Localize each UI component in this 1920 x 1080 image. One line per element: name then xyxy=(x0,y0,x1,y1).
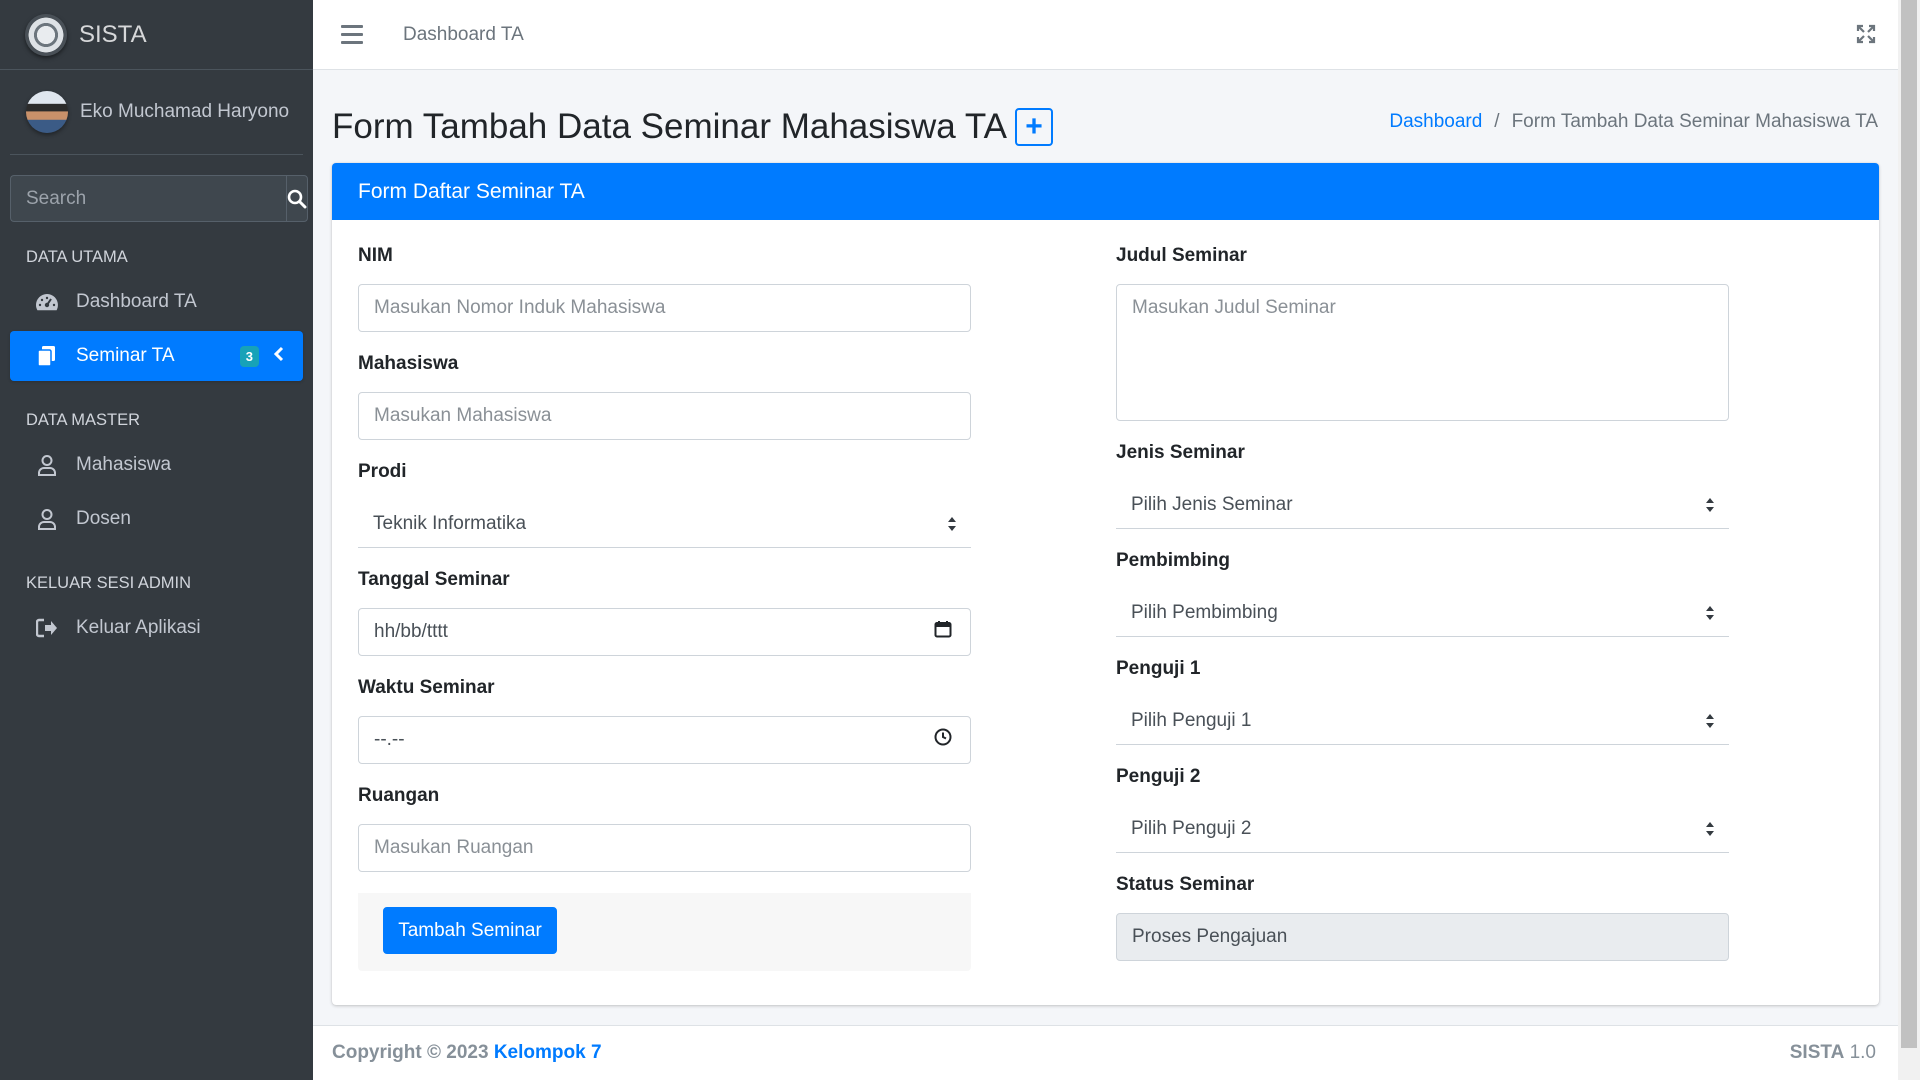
sidebar-item-keluar-aplikasi[interactable]: Keluar Aplikasi xyxy=(10,603,303,653)
jenis-select-value: Pilih Jenis Seminar xyxy=(1131,493,1293,515)
form-card: Form Daftar Seminar TA NIM Masukan Nomor… xyxy=(332,163,1879,1005)
pembimbing-label: Pembimbing xyxy=(1116,550,1231,571)
sidebar: SISTA Eko Muchamad Haryono DATA UTAMA Da… xyxy=(0,0,313,1080)
sidebar-item-label: Keluar Aplikasi xyxy=(76,617,201,638)
page-title-text: Form Tambah Data Seminar Mahasiswa TA xyxy=(332,106,1007,146)
nav-header-keluar-sesi: KELUAR SESI ADMIN xyxy=(26,574,192,592)
tambah-seminar-button[interactable]: Tambah Seminar xyxy=(383,907,557,954)
nim-label: NIM xyxy=(358,245,393,266)
content-wrapper: Form Tambah Data Seminar Mahasiswa TA + … xyxy=(313,70,1898,1005)
select-caret-icon xyxy=(1705,605,1715,621)
search-icon xyxy=(287,189,307,208)
nav-header-data-utama: DATA UTAMA xyxy=(26,248,128,266)
mahasiswa-label: Mahasiswa xyxy=(358,353,459,374)
user-icon xyxy=(34,452,60,478)
mahasiswa-field[interactable]: Masukan Mahasiswa xyxy=(358,392,971,440)
breadcrumb: Dashboard / Form Tambah Data Seminar Mah… xyxy=(1389,111,1878,133)
form-column-right: Judul Seminar Masukan Judul Seminar Jeni… xyxy=(1116,245,1729,982)
jenis-label: Jenis Seminar xyxy=(1116,442,1245,463)
sidebar-item-label: Mahasiswa xyxy=(76,454,172,475)
breadcrumb-separator: / xyxy=(1494,110,1500,132)
page-scrollbar[interactable] xyxy=(1898,0,1920,1080)
top-navbar: Dashboard TA xyxy=(313,0,1898,70)
sidebar-item-dashboard-ta[interactable]: Dashboard TA xyxy=(10,277,303,327)
sidebar-item-dosen[interactable]: Dosen xyxy=(10,494,303,544)
card-title: Form Daftar Seminar TA xyxy=(332,163,1879,220)
pembimbing-select[interactable]: Pilih Pembimbing xyxy=(1116,589,1729,637)
fullscreen-icon[interactable] xyxy=(1856,24,1876,50)
tanggal-date-input[interactable]: hh/bb/tttt xyxy=(358,608,971,656)
app-name: SISTA xyxy=(1789,1042,1845,1063)
penguji1-select[interactable]: Pilih Penguji 1 xyxy=(1116,697,1729,745)
user-name[interactable]: Eko Muchamad Haryono xyxy=(80,101,289,123)
brand-link[interactable]: SISTA xyxy=(0,0,313,70)
scrollbar-thumb[interactable] xyxy=(1901,0,1917,1048)
pembimbing-select-value: Pilih Pembimbing xyxy=(1131,601,1278,623)
calendar-icon[interactable] xyxy=(934,620,952,644)
prodi-label: Prodi xyxy=(358,461,407,482)
nav-header-data-master: DATA MASTER xyxy=(26,411,140,429)
copyright: Copyright © 2023 Kelompok 7 xyxy=(332,1042,602,1064)
tanggal-value: hh/bb/tttt xyxy=(374,621,448,642)
sidebar-item-label: Seminar TA xyxy=(76,345,175,366)
user-icon xyxy=(34,506,60,532)
sidebar-search xyxy=(10,175,308,222)
prodi-select[interactable]: Teknik Informatika xyxy=(358,500,971,548)
select-caret-icon xyxy=(1705,713,1715,729)
jenis-select[interactable]: Pilih Jenis Seminar xyxy=(1116,481,1729,529)
tanggal-label: Tanggal Seminar xyxy=(358,569,510,590)
add-button[interactable]: + xyxy=(1014,107,1053,146)
penguji2-select[interactable]: Pilih Penguji 2 xyxy=(1116,805,1729,853)
breadcrumb-current: Form Tambah Data Seminar Mahasiswa TA xyxy=(1511,110,1878,132)
tachometer-icon xyxy=(34,289,60,315)
user-panel[interactable]: Eko Muchamad Haryono xyxy=(10,70,303,155)
sidebar-item-mahasiswa[interactable]: Mahasiswa xyxy=(10,440,303,490)
prodi-select-value: Teknik Informatika xyxy=(373,512,527,534)
sign-out-icon xyxy=(34,615,60,641)
waktu-time-input[interactable]: --.-- xyxy=(358,716,971,764)
navbar-link-dashboard[interactable]: Dashboard TA xyxy=(403,24,524,46)
select-caret-icon xyxy=(1705,821,1715,837)
select-caret-icon xyxy=(947,516,957,532)
ruangan-label: Ruangan xyxy=(358,785,440,806)
search-button[interactable] xyxy=(286,175,308,222)
chevron-left-icon[interactable] xyxy=(273,345,285,369)
count-badge: 3 xyxy=(239,346,259,367)
nim-field[interactable]: Masukan Nomor Induk Mahasiswa xyxy=(358,284,971,332)
ruangan-field[interactable]: Masukan Ruangan xyxy=(358,824,971,872)
menu-toggle-icon[interactable] xyxy=(341,25,363,44)
penguji1-select-value: Pilih Penguji 1 xyxy=(1131,709,1252,731)
penguji1-label: Penguji 1 xyxy=(1116,658,1201,679)
waktu-label: Waktu Seminar xyxy=(358,677,495,698)
page-title: Form Tambah Data Seminar Mahasiswa TA + xyxy=(332,107,1053,147)
sidebar-item-label: Dashboard TA xyxy=(76,291,197,312)
clock-icon[interactable] xyxy=(934,728,952,752)
search-input[interactable] xyxy=(10,175,286,222)
judul-textarea[interactable]: Masukan Judul Seminar xyxy=(1116,284,1729,421)
avatar xyxy=(26,91,68,133)
content-header: Form Tambah Data Seminar Mahasiswa TA + … xyxy=(313,70,1898,163)
penguji2-select-value: Pilih Penguji 2 xyxy=(1131,817,1252,839)
brand-logo xyxy=(25,13,67,56)
penguji2-label: Penguji 2 xyxy=(1116,766,1201,787)
copy-icon xyxy=(34,343,60,369)
version-info: SISTA 1.0 xyxy=(1790,1042,1876,1064)
select-caret-icon xyxy=(1705,497,1715,513)
status-label: Status Seminar xyxy=(1116,874,1255,895)
waktu-value: --.-- xyxy=(374,729,405,750)
version-number: 1.0 xyxy=(1849,1042,1876,1063)
status-field: Proses Pengajuan xyxy=(1116,913,1729,961)
sidebar-item-seminar-ta[interactable]: Seminar TA 3 xyxy=(10,331,303,381)
copyright-text: Copyright © 2023 xyxy=(332,1042,489,1063)
sidebar-item-label: Dosen xyxy=(76,508,131,529)
form-column-left: NIM Masukan Nomor Induk Mahasiswa Mahasi… xyxy=(358,245,971,893)
page-footer: Copyright © 2023 Kelompok 7 SISTA 1.0 xyxy=(313,1025,1898,1080)
team-link[interactable]: Kelompok 7 xyxy=(494,1042,602,1063)
card-footer: Tambah Seminar xyxy=(358,893,971,971)
breadcrumb-home-link[interactable]: Dashboard xyxy=(1389,111,1482,133)
brand-name: SISTA xyxy=(79,20,147,48)
judul-label: Judul Seminar xyxy=(1116,245,1247,266)
